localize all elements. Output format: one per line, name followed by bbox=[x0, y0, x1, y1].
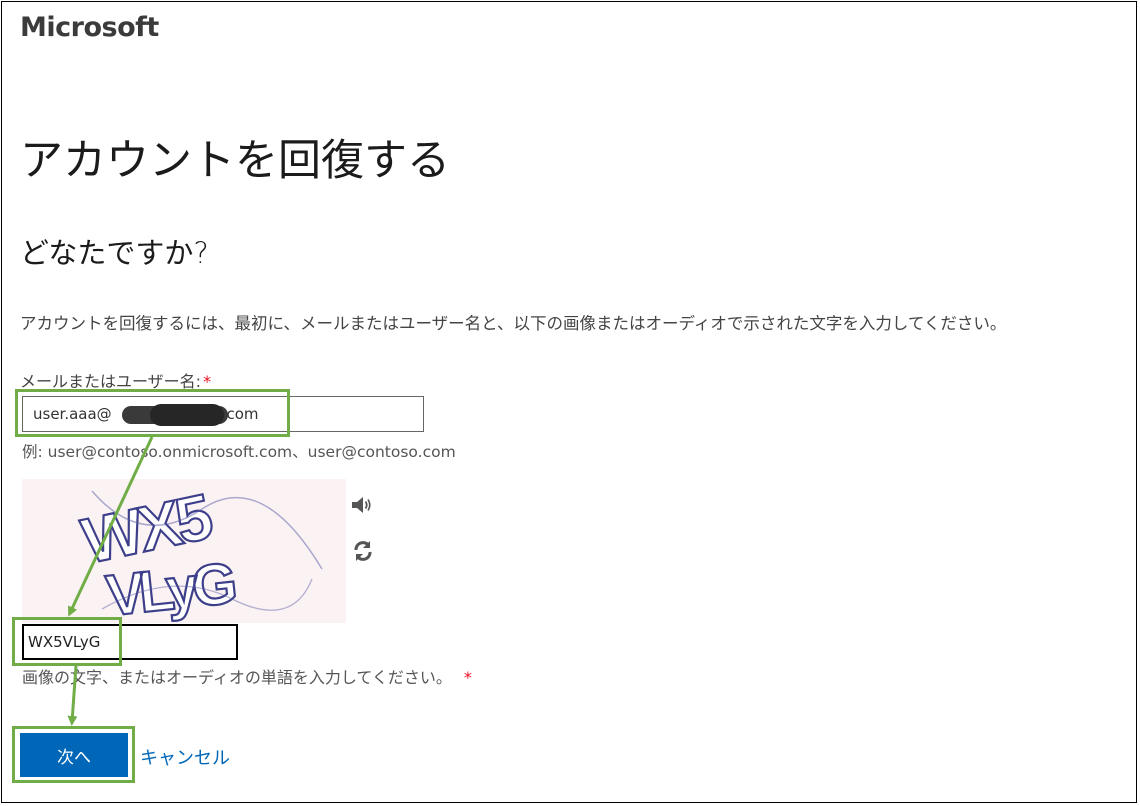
email-input-value: user.aaa@ bbox=[33, 405, 112, 423]
speaker-icon-graphic bbox=[352, 497, 371, 513]
email-label-text: メールまたはユーザー名: bbox=[20, 372, 202, 391]
captcha-input-value: WX5VLyG bbox=[28, 633, 101, 651]
captcha-graphic: WX5 VLyG bbox=[75, 479, 323, 630]
page-subtitle: どなたですか? bbox=[20, 236, 209, 270]
instructions-text: アカウントを回復するには、最初に、メールまたはユーザー名と、以下の画像またはオー… bbox=[20, 314, 1007, 333]
speaker-icon[interactable] bbox=[350, 494, 374, 516]
captcha-input[interactable]: WX5VLyG bbox=[22, 624, 238, 660]
page-title: アカウントを回復する bbox=[20, 136, 450, 186]
refresh-icon[interactable] bbox=[352, 540, 374, 562]
microsoft-logo: Microsoft bbox=[20, 12, 159, 43]
redaction-mark bbox=[150, 404, 224, 426]
refresh-icon-graphic bbox=[354, 541, 372, 561]
required-mark: * bbox=[203, 372, 212, 391]
cancel-link[interactable]: キャンセル bbox=[140, 744, 230, 770]
email-example: 例: user@contoso.onmicrosoft.com、user@con… bbox=[22, 443, 456, 461]
required-mark: * bbox=[463, 668, 472, 687]
captcha-hint-text: 画像の文字、またはオーディオの単語を入力してください。 bbox=[22, 668, 452, 687]
captcha-image: WX5 VLyG bbox=[22, 479, 346, 630]
email-label: メールまたはユーザー名: * bbox=[20, 368, 211, 392]
captcha-hint: 画像の文字、またはオーディオの単語を入力してください。 * bbox=[22, 664, 472, 688]
next-button[interactable]: 次へ bbox=[20, 733, 128, 777]
